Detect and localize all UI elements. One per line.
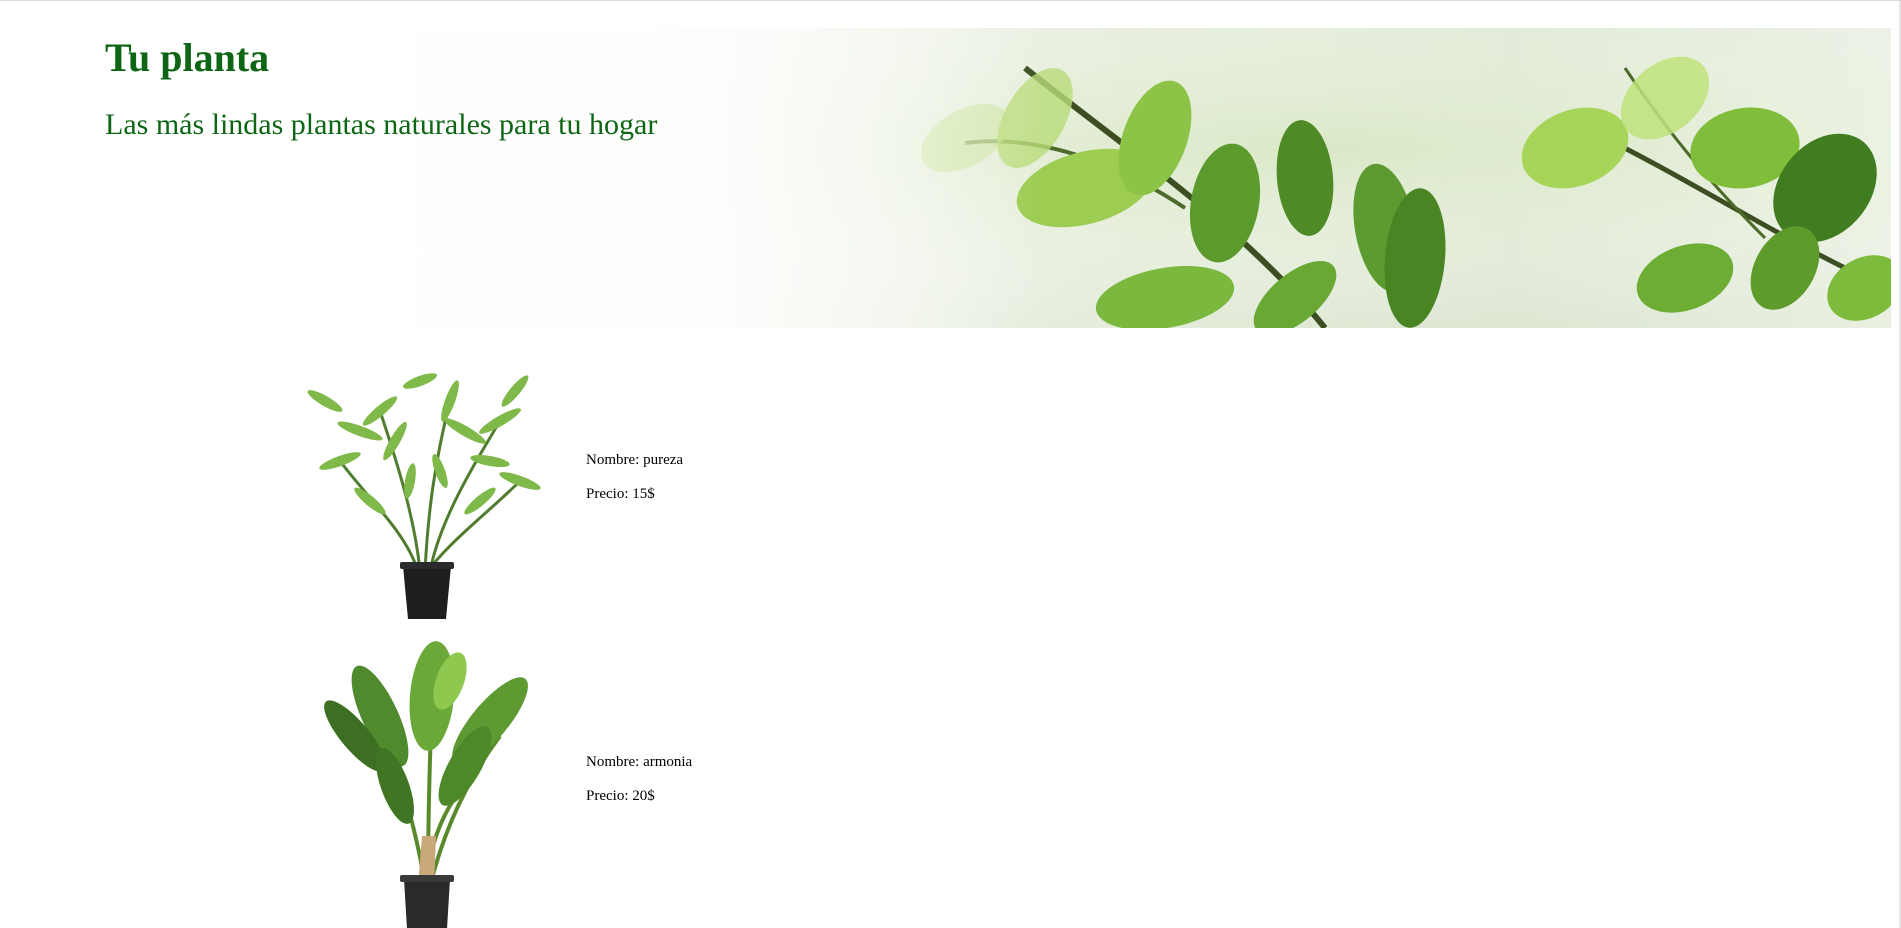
product-price: Precio: 20$ — [586, 788, 655, 804]
product-item: Nombre: armonia Precio: 20$ — [300, 636, 800, 928]
product-name: Nombre: armonia — [586, 754, 693, 770]
page-title: Tu planta — [105, 35, 270, 80]
page: Tu planta Las más lindas plantas natural… — [0, 0, 1901, 928]
product-name: Nombre: pureza — [586, 452, 684, 468]
banana-leaf-plant-icon — [324, 641, 528, 928]
product-price: Precio: 15$ — [586, 486, 655, 502]
product-info: Nombre: armonia Precio: 20$ — [586, 754, 692, 822]
header-banner: Tu planta Las más lindas plantas natural… — [5, 28, 1891, 328]
product-item: Nombre: pureza Precio: 15$ — [300, 351, 800, 621]
leaves-banner-image — [5, 28, 1891, 328]
page-subtitle: Las más lindas plantas naturales para tu… — [105, 108, 658, 141]
bamboo-plant-icon — [307, 373, 541, 619]
product-info: Nombre: pureza Precio: 15$ — [586, 452, 683, 520]
